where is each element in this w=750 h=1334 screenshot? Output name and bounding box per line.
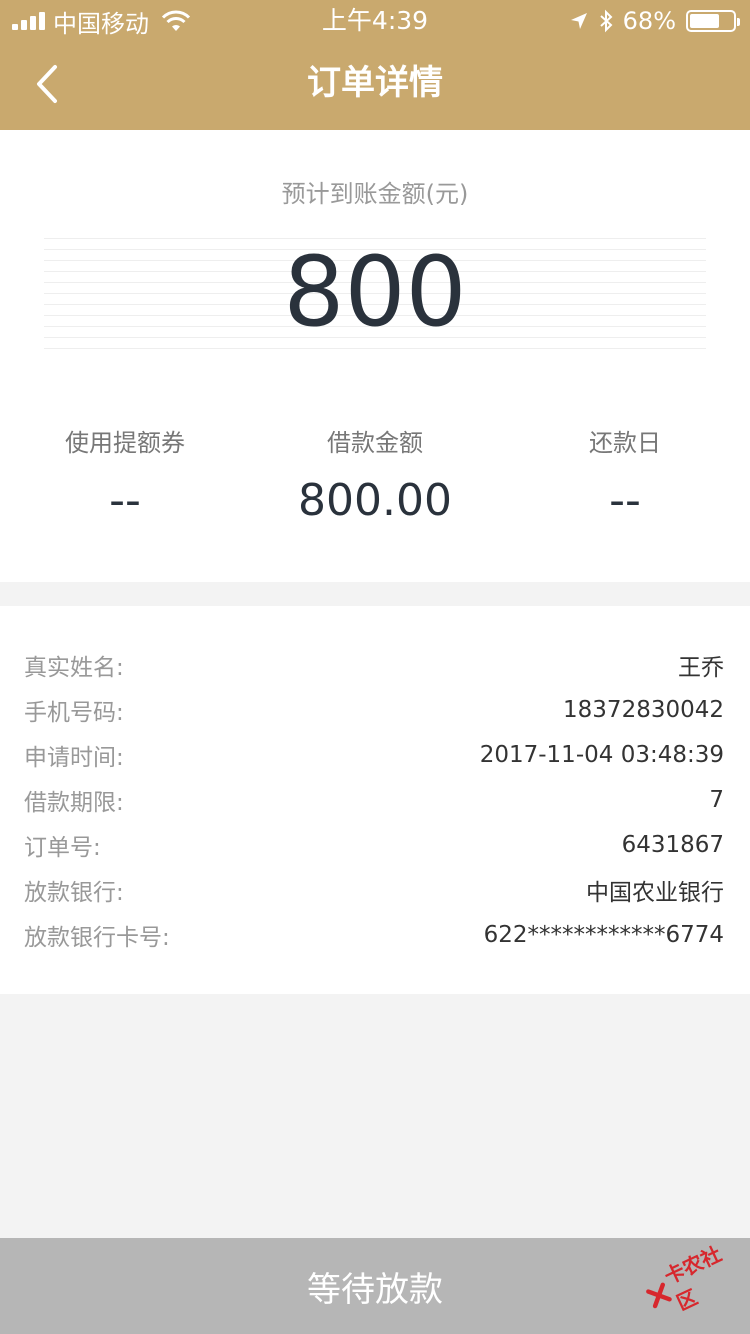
detail-row-name: 真实姓名: 王乔 xyxy=(0,642,750,687)
detail-row-phone: 手机号码: 18372830042 xyxy=(0,687,750,732)
summary-coupon: 使用提额券 -- xyxy=(0,426,250,526)
order-details: 真实姓名: 王乔 手机号码: 18372830042 申请时间: 2017-11… xyxy=(0,606,750,994)
detail-label: 订单号: xyxy=(24,834,101,861)
detail-value: 6431867 xyxy=(621,831,724,858)
detail-label: 放款银行: xyxy=(24,879,124,906)
status-right: 68% xyxy=(569,6,740,36)
repay-date-value: -- xyxy=(609,475,641,526)
battery-fill xyxy=(690,14,719,28)
header: 中国移动 上午4:39 68% 订单详情 xyxy=(0,0,750,130)
detail-value: 7 xyxy=(709,786,724,813)
expected-amount-label: 预计到账金额(元) xyxy=(281,180,469,208)
detail-label: 申请时间: xyxy=(24,744,124,771)
coupon-label: 使用提额券 xyxy=(65,429,185,457)
repay-date-label: 还款日 xyxy=(589,429,661,457)
detail-value: 622************6774 xyxy=(483,921,724,948)
detail-row-loan-term: 借款期限: 7 xyxy=(0,777,750,822)
location-arrow-icon xyxy=(570,13,587,29)
loan-amount-value: 800.00 xyxy=(298,475,452,526)
summary-loan-amount: 借款金额 800.00 xyxy=(250,426,500,526)
detail-label: 手机号码: xyxy=(24,699,124,726)
amount-card: 预计到账金额(元) 800 使用提额券 -- 借款金额 800.00 还款日 -… xyxy=(0,130,750,582)
coupon-value: -- xyxy=(109,475,141,526)
detail-label: 放款银行卡号: xyxy=(24,924,170,951)
battery-icon xyxy=(686,10,740,32)
detail-row-bank: 放款银行: 中国农业银行 xyxy=(0,867,750,912)
detail-row-order-number: 订单号: 6431867 xyxy=(0,822,750,867)
detail-label: 真实姓名: xyxy=(24,654,124,681)
detail-value: 18372830042 xyxy=(563,696,724,723)
battery-percent: 68% xyxy=(622,7,676,35)
loan-amount-label: 借款金额 xyxy=(327,429,423,457)
awaiting-disbursement-button[interactable]: 等待放款 xyxy=(0,1238,750,1334)
detail-value: 王乔 xyxy=(678,654,724,681)
page-title: 订单详情 xyxy=(307,63,443,103)
loan-summary: 使用提额券 -- 借款金额 800.00 还款日 -- xyxy=(0,426,750,526)
detail-row-apply-time: 申请时间: 2017-11-04 03:48:39 xyxy=(0,732,750,777)
detail-value: 中国农业银行 xyxy=(586,879,724,906)
detail-row-card-number: 放款银行卡号: 622************6774 xyxy=(0,912,750,957)
expected-amount-value: 800 xyxy=(283,236,467,348)
summary-repay-date: 还款日 -- xyxy=(500,426,750,526)
detail-label: 借款期限: xyxy=(24,789,124,816)
bluetooth-icon xyxy=(599,9,613,33)
status-bar: 中国移动 上午4:39 68% xyxy=(0,0,750,40)
detail-value: 2017-11-04 03:48:39 xyxy=(479,741,724,768)
